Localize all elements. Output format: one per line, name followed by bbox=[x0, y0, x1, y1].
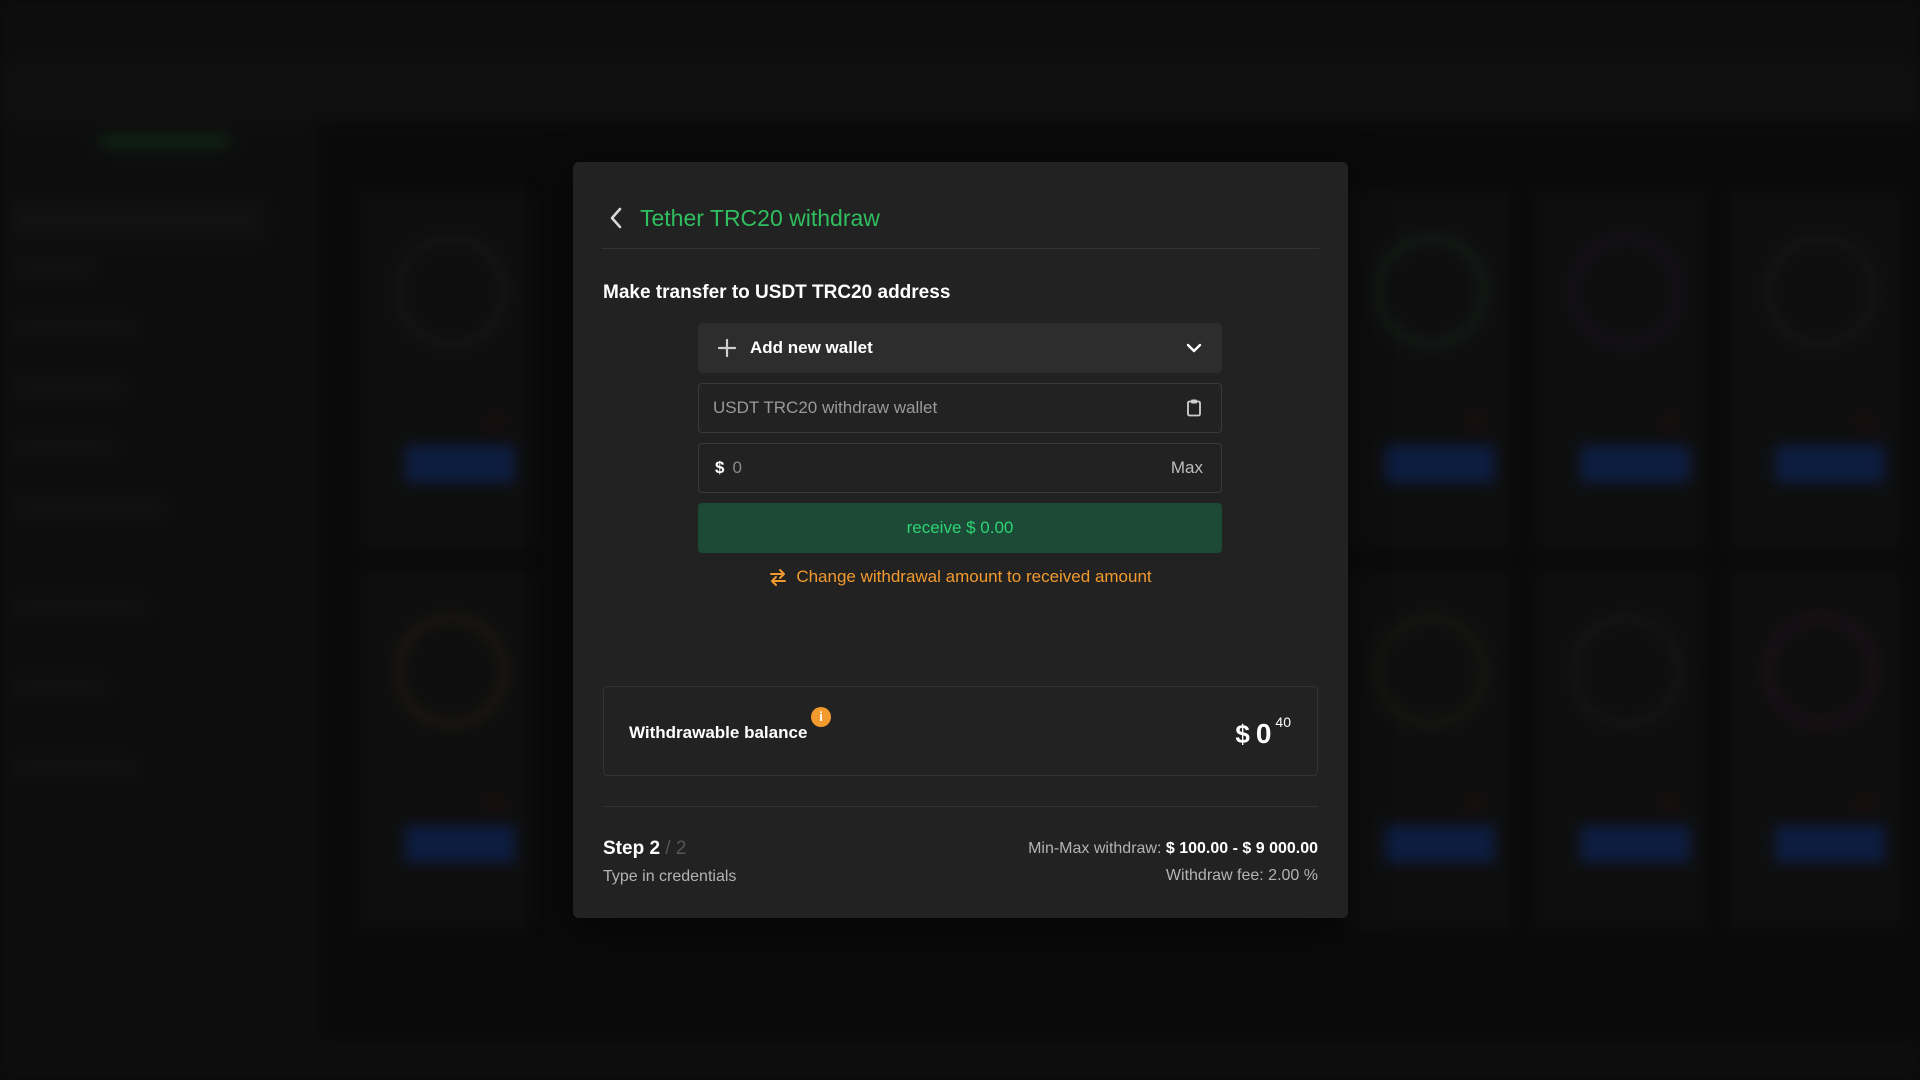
max-button[interactable]: Max bbox=[1171, 458, 1203, 478]
min-max-row: Min-Max withdraw: $ 100.00 - $ 9 000.00 bbox=[1028, 840, 1318, 858]
balance-decimal: 40 bbox=[1275, 714, 1291, 730]
amount-field: $ Max bbox=[698, 443, 1222, 493]
balance-label: Withdrawable balance bbox=[629, 723, 808, 742]
withdraw-limits: Min-Max withdraw: $ 100.00 - $ 9 000.00 … bbox=[1028, 840, 1318, 885]
chevron-down-icon bbox=[1184, 338, 1204, 358]
step-line: Step 2 / 2 bbox=[603, 838, 736, 860]
modal-title: Tether TRC20 withdraw bbox=[640, 204, 880, 231]
balance-value: $ 0 40 bbox=[1235, 713, 1291, 750]
receive-button[interactable]: receive $ 0.00 bbox=[698, 503, 1222, 553]
withdraw-form: Add new wallet $ Max receive $ 0.00 bbox=[698, 323, 1222, 587]
wallet-select-label: Add new wallet bbox=[750, 338, 873, 357]
amount-input[interactable] bbox=[730, 457, 1171, 479]
divider bbox=[603, 806, 1318, 807]
wallet-address-field bbox=[698, 383, 1222, 433]
wallet-select-dropdown[interactable]: Add new wallet bbox=[698, 323, 1222, 373]
plus-icon bbox=[716, 337, 738, 359]
withdrawable-balance-box: Withdrawable balance i $ 0 40 bbox=[603, 686, 1318, 776]
modal-header: Tether TRC20 withdraw bbox=[602, 188, 1319, 249]
change-amount-link[interactable]: Change withdrawal amount to received amo… bbox=[698, 567, 1222, 587]
step-indicator: Step 2 / 2 Type in credentials bbox=[603, 838, 736, 886]
step-current: Step 2 bbox=[603, 838, 661, 859]
clipboard-icon[interactable] bbox=[1185, 398, 1203, 418]
step-total: / 2 bbox=[660, 838, 687, 859]
min-max-label: Min-Max withdraw: bbox=[1028, 840, 1166, 857]
swap-icon bbox=[768, 567, 788, 587]
balance-integer: 0 bbox=[1255, 718, 1272, 749]
amount-currency: $ bbox=[715, 458, 725, 477]
change-amount-link-label: Change withdrawal amount to received amo… bbox=[796, 567, 1152, 586]
step-subtitle: Type in credentials bbox=[603, 868, 737, 885]
section-title: Make transfer to USDT TRC20 address bbox=[603, 282, 951, 303]
info-icon[interactable]: i bbox=[811, 707, 831, 727]
withdraw-fee: Withdraw fee: 2.00 % bbox=[1165, 867, 1318, 884]
balance-currency: $ bbox=[1235, 719, 1250, 749]
wallet-address-input[interactable] bbox=[711, 397, 1185, 419]
back-chevron-icon[interactable] bbox=[604, 206, 628, 230]
withdraw-modal: Tether TRC20 withdraw Make transfer to U… bbox=[573, 162, 1348, 918]
min-max-value: $ 100.00 - $ 9 000.00 bbox=[1165, 840, 1318, 857]
